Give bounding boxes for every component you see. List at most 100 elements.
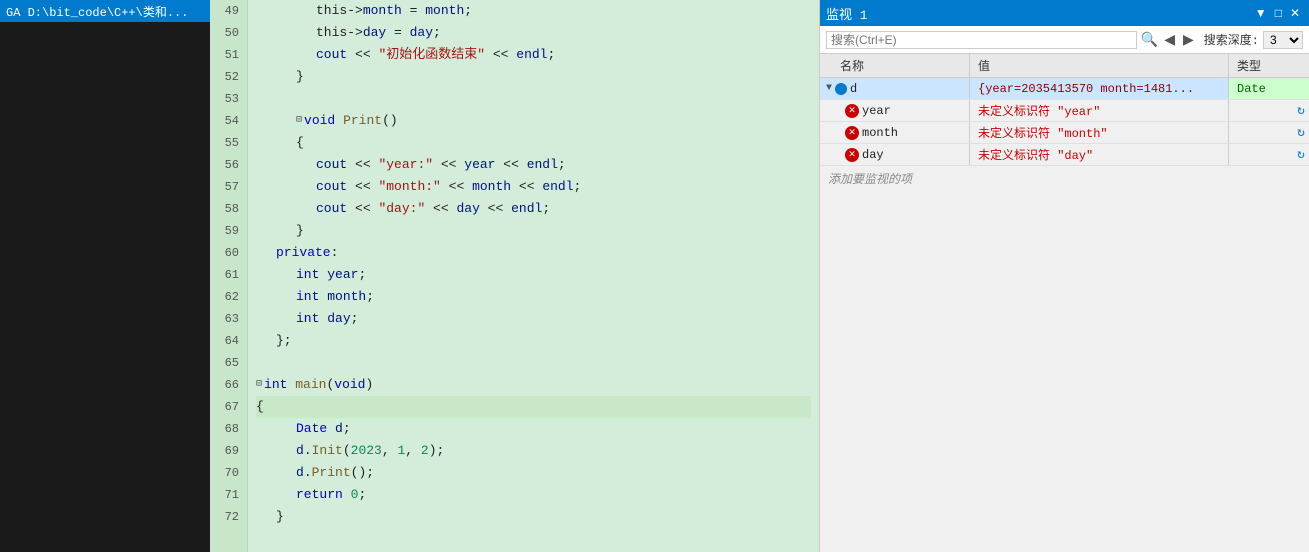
code-token: Print [312, 462, 351, 484]
watch-close-button[interactable]: ✕ [1287, 6, 1303, 20]
code-content[interactable]: this->month = month;this->day = day;cout… [248, 0, 819, 552]
watch-variable-name: day [862, 148, 884, 162]
line-number: 57 [218, 176, 239, 198]
watch-error-icon: ✕ [845, 104, 859, 118]
code-token: int [296, 308, 319, 330]
watch-variable-name: month [862, 126, 898, 140]
table-row: cout << "day:" << day << endl; [256, 198, 811, 220]
code-token: Date [296, 418, 327, 440]
code-token: ; [358, 264, 366, 286]
table-row [256, 88, 811, 110]
watch-error-icon: ✕ [845, 126, 859, 140]
add-watch-label[interactable]: 添加要监视的项 [820, 166, 1309, 191]
code-token: ; [542, 198, 550, 220]
watch-row-value-cell: 未定义标识符 "year" [970, 100, 1229, 121]
code-token: d [296, 440, 304, 462]
line-number: 55 [218, 132, 239, 154]
code-token: << [347, 176, 378, 198]
code-token: << [495, 154, 526, 176]
watch-row[interactable]: ▼ d{year=2035413570 month=1481...Date [820, 78, 1309, 100]
line-number: 59 [218, 220, 239, 242]
code-token: void [304, 110, 335, 132]
table-row [256, 352, 811, 374]
table-row: ⊟int main(void) [256, 374, 811, 396]
code-token: 2 [421, 440, 429, 462]
refresh-icon[interactable]: ↻ [1297, 103, 1305, 118]
watch-col-headers: 名称 值 类型 [820, 54, 1309, 78]
watch-variable-name: d [850, 82, 857, 96]
table-row: Date d; [256, 418, 811, 440]
refresh-icon[interactable]: ↻ [1297, 125, 1305, 140]
table-row: return 0; [256, 484, 811, 506]
code-token: cout [316, 44, 347, 66]
line-number: 71 [218, 484, 239, 506]
watch-variable-name: year [862, 104, 891, 118]
code-token: day [363, 22, 386, 44]
watch-row-name-cell: ▼ d [820, 78, 970, 99]
code-token: . [304, 462, 312, 484]
line-number: 72 [218, 506, 239, 528]
watch-row[interactable]: ✕ month 未定义标识符 "month" ↻ [820, 122, 1309, 144]
table-row: cout << "year:" << year << endl; [256, 154, 811, 176]
code-token: return [296, 484, 343, 506]
code-token: int [296, 286, 319, 308]
code-token: ; [343, 418, 351, 440]
watch-row-value-cell: 未定义标识符 "month" [970, 122, 1229, 143]
search-input[interactable] [826, 31, 1137, 49]
code-token: << [347, 154, 378, 176]
table-row: cout << "初始化函数结束" << endl; [256, 44, 811, 66]
line-number: 68 [218, 418, 239, 440]
sidebar-title-text: GA D:\bit_code\C++\类和... [6, 3, 188, 20]
code-token: { [296, 132, 304, 154]
code-token: "month:" [378, 176, 440, 198]
code-token: int [296, 264, 319, 286]
code-token: ; [366, 286, 374, 308]
code-token: } [276, 506, 284, 528]
watch-row[interactable]: ✕ day 未定义标识符 "day" ↻ [820, 144, 1309, 166]
line-number: 66 [218, 374, 239, 396]
line-number: 67 [218, 396, 239, 418]
code-token: d [296, 462, 304, 484]
code-token: year [464, 154, 495, 176]
code-token: }; [276, 330, 292, 352]
code-token: "year:" [378, 154, 433, 176]
watch-restore-button[interactable]: □ [1272, 6, 1285, 20]
table-row: } [256, 220, 811, 242]
fold-marker-icon[interactable]: ⊟ [256, 374, 262, 396]
search-nav-fwd[interactable]: ▶ [1181, 31, 1196, 48]
line-number: 52 [218, 66, 239, 88]
code-token: cout [316, 198, 347, 220]
table-row: private: [256, 242, 811, 264]
code-token: cout [316, 176, 347, 198]
code-token: this-> [316, 0, 363, 22]
table-row: int month; [256, 286, 811, 308]
watch-type-value: Date [1237, 82, 1266, 96]
search-nav-back[interactable]: ◀ [1162, 31, 1177, 48]
refresh-icon[interactable]: ↻ [1297, 147, 1305, 162]
table-row: }; [256, 330, 811, 352]
code-token: 0 [351, 484, 359, 506]
watch-row-value-cell: 未定义标识符 "day" [970, 144, 1229, 165]
code-token: << [347, 198, 378, 220]
code-token: << [485, 44, 516, 66]
watch-row[interactable]: ✕ year 未定义标识符 "year" ↻ [820, 100, 1309, 122]
table-row: d.Init(2023, 1, 2); [256, 440, 811, 462]
fold-marker-icon[interactable]: ⊟ [296, 110, 302, 132]
watch-error-icon: ✕ [845, 148, 859, 162]
col-header-name: 名称 [820, 54, 970, 77]
line-number: 62 [218, 286, 239, 308]
search-depth-select[interactable]: 3 1 2 4 5 [1263, 31, 1303, 49]
code-token [343, 484, 351, 506]
line-number: 53 [218, 88, 239, 110]
code-token: 2023 [351, 440, 382, 462]
code-token: main [295, 374, 326, 396]
code-token: << [433, 154, 464, 176]
expand-arrow-icon[interactable]: ▼ [826, 83, 832, 94]
code-token: month [472, 176, 511, 198]
watch-minimize-button[interactable]: ▼ [1252, 6, 1270, 20]
code-token: Print [343, 110, 382, 132]
search-button[interactable]: 🔍 [1141, 31, 1158, 48]
code-token: = [402, 0, 425, 22]
code-area: 4950515253545556575859606162636465666768… [210, 0, 819, 552]
code-token [319, 286, 327, 308]
